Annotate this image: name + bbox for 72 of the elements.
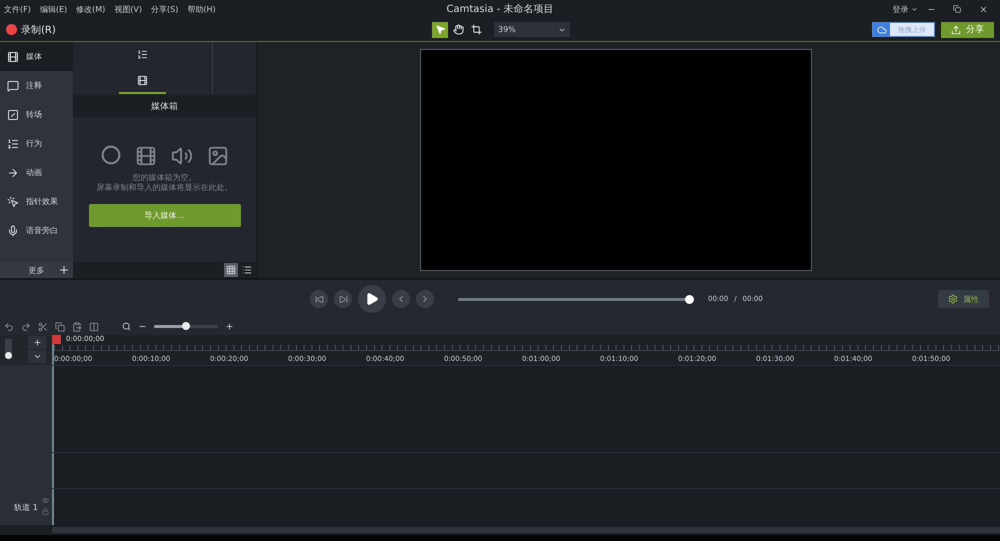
select-tool-button[interactable] bbox=[432, 22, 448, 38]
previous-frame-button[interactable] bbox=[310, 290, 328, 308]
film-icon bbox=[137, 74, 148, 86]
pointer-icon bbox=[434, 24, 446, 35]
crop-icon bbox=[470, 24, 482, 35]
grid-icon bbox=[226, 265, 236, 275]
sidebar-item[interactable]: 指针效果 bbox=[0, 187, 73, 216]
step-forward-icon bbox=[338, 294, 348, 304]
window-title: Camtasia - 未命名项目 bbox=[446, 2, 554, 16]
menu-item[interactable]: 修改(M) bbox=[76, 4, 106, 14]
undo-icon[interactable] bbox=[4, 322, 14, 332]
sidebar-item[interactable]: 行为 bbox=[0, 129, 73, 158]
play-icon bbox=[365, 292, 379, 306]
arrow-icon bbox=[7, 166, 19, 178]
hand-icon bbox=[452, 24, 464, 35]
more-button[interactable]: 更多 bbox=[0, 262, 73, 278]
eye-icon[interactable] bbox=[42, 497, 49, 504]
record-icon bbox=[100, 145, 120, 165]
list-icon bbox=[242, 265, 252, 275]
cut-icon[interactable] bbox=[38, 322, 48, 332]
close-icon bbox=[978, 4, 988, 14]
menu-item[interactable]: 视图(V) bbox=[114, 4, 142, 14]
zoom-in-icon[interactable] bbox=[225, 322, 234, 331]
search-icon[interactable] bbox=[122, 322, 131, 331]
image-icon bbox=[206, 145, 228, 167]
list-icon bbox=[137, 48, 148, 60]
share-icon bbox=[951, 24, 961, 34]
menu-item[interactable]: 帮助(H) bbox=[187, 4, 216, 14]
play-button[interactable] bbox=[358, 285, 386, 313]
transition-icon bbox=[7, 108, 19, 120]
copy-icon[interactable] bbox=[55, 322, 65, 332]
cursor-icon bbox=[7, 196, 19, 208]
zoom-dropdown[interactable]: 39% bbox=[494, 22, 570, 37]
grid-view-button[interactable] bbox=[224, 263, 238, 277]
playhead-marker[interactable] bbox=[52, 335, 61, 344]
speaker-icon bbox=[170, 145, 192, 167]
sidebar-item[interactable]: 媒体 bbox=[0, 42, 73, 71]
add-track-button[interactable] bbox=[28, 336, 46, 349]
plus-icon bbox=[32, 338, 42, 347]
lock-icon[interactable] bbox=[42, 508, 49, 515]
film-icon bbox=[134, 145, 156, 167]
redo-icon[interactable] bbox=[21, 322, 31, 332]
restore-icon bbox=[953, 5, 961, 13]
plus-icon bbox=[58, 264, 70, 276]
panel-title: 媒体箱 bbox=[73, 95, 256, 117]
split-icon[interactable] bbox=[89, 322, 99, 332]
menu-item[interactable]: 编辑(E) bbox=[40, 4, 68, 14]
film-icon bbox=[7, 50, 19, 62]
login-menu[interactable]: 登录 bbox=[892, 1, 918, 17]
sidebar-item[interactable]: 动画 bbox=[0, 158, 73, 187]
paste-icon[interactable] bbox=[72, 322, 82, 332]
empty-message: 您的媒体箱为空。 bbox=[132, 173, 196, 183]
menu-item[interactable]: 文件(F) bbox=[4, 4, 31, 14]
collapse-button[interactable] bbox=[28, 350, 46, 363]
empty-message: 屏幕录制和导入的媒体将显示在此处。 bbox=[96, 183, 232, 193]
microphone-icon bbox=[7, 224, 19, 236]
gear-icon bbox=[948, 294, 958, 304]
speech-bubble-icon bbox=[7, 80, 19, 92]
chevron-down-icon bbox=[32, 352, 42, 361]
record-button[interactable]: 录制(R) bbox=[6, 22, 56, 36]
horizontal-scrollbar[interactable] bbox=[52, 527, 1000, 533]
cloud-icon bbox=[876, 24, 886, 34]
sidebar-item[interactable]: 语音旁白 bbox=[0, 216, 73, 245]
properties-button[interactable]: 属性 bbox=[938, 290, 989, 308]
sidebar-item[interactable]: 转场 bbox=[0, 100, 73, 129]
next-frame-button[interactable] bbox=[334, 290, 352, 308]
sidebar-item[interactable]: 注释 bbox=[0, 71, 73, 100]
scrubber-handle[interactable] bbox=[685, 294, 694, 304]
step-back-icon bbox=[314, 294, 324, 304]
track-label: 轨道 1 bbox=[14, 502, 38, 512]
caret-icon bbox=[910, 6, 918, 12]
menu-item[interactable]: 分享(S) bbox=[151, 4, 178, 14]
